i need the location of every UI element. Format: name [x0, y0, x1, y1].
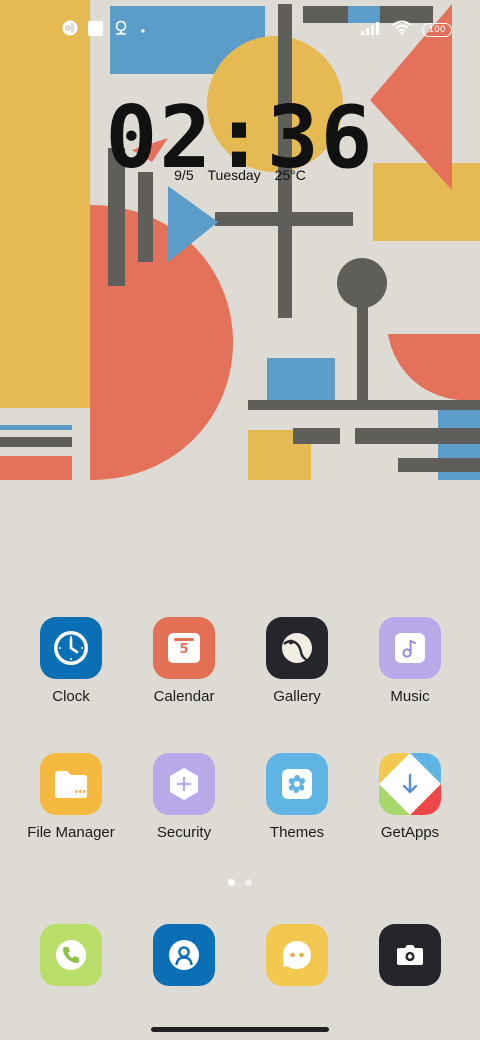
app-label: Security — [156, 824, 212, 841]
camera-icon[interactable] — [379, 924, 441, 986]
app-label: Clock — [52, 688, 90, 705]
signal-icon — [360, 21, 382, 40]
dock-camera[interactable] — [355, 924, 465, 986]
dot-icon — [139, 22, 147, 40]
clock-icon[interactable] — [40, 617, 102, 679]
dock-phone[interactable] — [16, 924, 126, 986]
getapps-icon[interactable] — [379, 753, 441, 815]
status-bar: 100 — [0, 14, 480, 42]
app-label: Gallery — [273, 688, 321, 705]
battery-icon: 100 — [422, 23, 452, 37]
location-icon — [113, 20, 129, 41]
app-file-manager[interactable]: File Manager — [16, 753, 126, 841]
app-calendar[interactable]: 5 Calendar — [129, 617, 239, 705]
wifi-icon — [392, 20, 412, 40]
page-dot[interactable] — [245, 879, 252, 886]
contacts-icon[interactable] — [153, 924, 215, 986]
themes-icon[interactable] — [266, 753, 328, 815]
app-icon — [62, 20, 78, 41]
dock-messages[interactable] — [242, 924, 352, 986]
app-security[interactable]: Security — [129, 753, 239, 841]
app-label: File Manager — [27, 824, 115, 841]
page-dot-active[interactable] — [228, 879, 235, 886]
date-text: 9/5 — [174, 167, 194, 183]
app-getapps[interactable]: GetApps — [355, 753, 465, 841]
wallpaper — [0, 0, 480, 480]
temperature-text: 25°C — [274, 167, 306, 183]
app-music[interactable]: Music — [355, 617, 465, 705]
page-indicator — [0, 879, 480, 886]
app-label: Music — [390, 688, 430, 705]
app-label: Themes — [269, 824, 325, 841]
music-icon[interactable] — [379, 617, 441, 679]
phone-icon[interactable] — [40, 924, 102, 986]
folder-icon[interactable] — [40, 753, 102, 815]
calendar-day-text: 5 — [179, 642, 189, 657]
weekday-text: Tuesday — [207, 167, 261, 183]
square-icon — [88, 20, 103, 41]
calendar-icon[interactable]: 5 — [153, 617, 215, 679]
app-themes[interactable]: Themes — [242, 753, 352, 841]
home-indicator[interactable] — [151, 1027, 329, 1032]
dock-contacts[interactable] — [129, 924, 239, 986]
messages-icon[interactable] — [266, 924, 328, 986]
app-label: GetApps — [380, 824, 440, 841]
app-clock[interactable]: Clock — [16, 617, 126, 705]
security-icon[interactable] — [153, 753, 215, 815]
app-gallery[interactable]: Gallery — [242, 617, 352, 705]
gallery-icon[interactable] — [266, 617, 328, 679]
app-label: Calendar — [153, 688, 215, 705]
clock-date[interactable]: 9/5 Tuesday 25°C — [0, 167, 480, 183]
